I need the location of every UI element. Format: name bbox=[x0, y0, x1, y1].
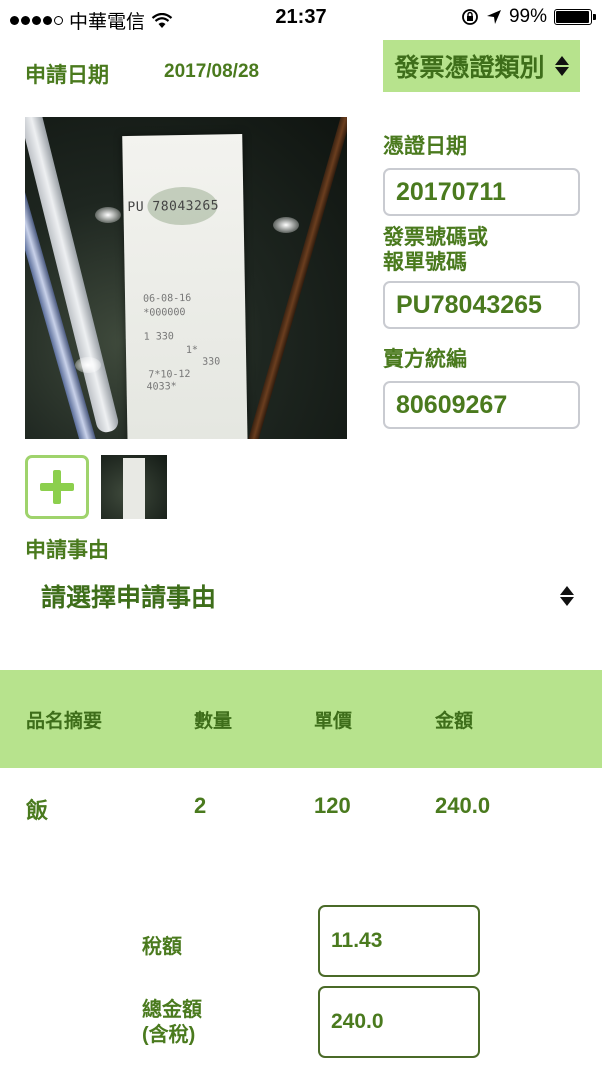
total-label-line2: (含稅) bbox=[142, 1024, 196, 1046]
total-amount-field[interactable]: 240.0 bbox=[318, 986, 480, 1058]
reason-placeholder: 請選擇申請事由 bbox=[41, 584, 217, 612]
invoice-number-label: 發票號碼或 報單號碼 bbox=[383, 225, 488, 275]
apply-date-value: 2017/08/28 bbox=[164, 61, 260, 82]
tax-field[interactable]: 11.43 bbox=[318, 905, 480, 977]
add-photo-button[interactable] bbox=[25, 455, 89, 519]
amount-cell: 240.0 bbox=[435, 793, 491, 818]
photo-thumbnail[interactable] bbox=[101, 455, 167, 519]
battery-percent: 99% bbox=[508, 6, 547, 27]
receipt-line: 4033* bbox=[146, 381, 177, 393]
quantity-cell: 2 bbox=[194, 793, 207, 818]
receipt-line: *000000 bbox=[143, 306, 186, 319]
receipt-photo[interactable]: PU 78043265 06-08-16 *000000 1 330 1* 33… bbox=[25, 117, 347, 439]
reason-label: 申請事由 bbox=[25, 539, 109, 562]
receipt-line: 1 330 bbox=[143, 331, 174, 343]
tax-label: 稅額 bbox=[142, 936, 182, 958]
voucher-category-select[interactable]: 發票憑證類別 bbox=[383, 40, 580, 92]
reason-select[interactable]: 請選擇申請事由 bbox=[25, 566, 580, 626]
column-header: 數量 bbox=[194, 711, 233, 732]
thumbnail-receipt bbox=[123, 458, 145, 519]
invoice-number-label-line2: 報單號碼 bbox=[383, 251, 467, 274]
unit-price-cell: 120 bbox=[314, 793, 351, 818]
select-arrows-icon bbox=[560, 586, 574, 606]
column-header: 金額 bbox=[435, 711, 474, 732]
receipt-line: 330 bbox=[202, 356, 221, 368]
total-label-line1: 總金額 bbox=[142, 999, 202, 1021]
invoice-number-label-line1: 發票號碼或 bbox=[383, 226, 488, 249]
light-reflection bbox=[95, 207, 121, 223]
location-arrow-icon bbox=[486, 9, 502, 25]
receipt-line: 1* bbox=[185, 344, 199, 356]
voucher-date-field[interactable]: 20170711 bbox=[383, 168, 580, 216]
light-reflection bbox=[273, 217, 299, 233]
plus-icon bbox=[40, 470, 74, 504]
voucher-category-label: 發票憑證類別 bbox=[394, 54, 545, 82]
receipt-number: PU 78043265 bbox=[127, 198, 220, 215]
seller-id-field[interactable]: 80609267 bbox=[383, 381, 580, 429]
battery-icon bbox=[554, 9, 596, 25]
item-name-cell: 飯 bbox=[26, 798, 49, 823]
items-table-header: 品名摘要 數量 單價 金額 bbox=[0, 670, 602, 768]
status-bar: 中華電信 21:37 99% bbox=[0, 0, 602, 36]
voucher-date-label: 憑證日期 bbox=[383, 135, 467, 158]
column-header: 品名摘要 bbox=[26, 711, 103, 732]
select-arrows-icon bbox=[554, 56, 569, 76]
receipt-paper: PU 78043265 06-08-16 *000000 1 330 1* 33… bbox=[122, 133, 248, 439]
invoice-number-field[interactable]: PU78043265 bbox=[383, 281, 580, 329]
column-header: 單價 bbox=[314, 711, 353, 732]
light-reflection bbox=[75, 357, 101, 373]
seller-id-label: 賣方統編 bbox=[383, 348, 467, 371]
total-label: 總金額 (含稅) bbox=[142, 998, 202, 1048]
chopstick-decoration bbox=[242, 117, 347, 439]
receipt-line: 06-08-16 bbox=[142, 292, 192, 305]
receipt-line: 7*10-12 bbox=[148, 368, 191, 381]
apply-date-label: 申請日期 bbox=[25, 64, 109, 87]
orientation-lock-icon bbox=[461, 8, 479, 26]
status-right-group: 99% bbox=[461, 6, 596, 28]
